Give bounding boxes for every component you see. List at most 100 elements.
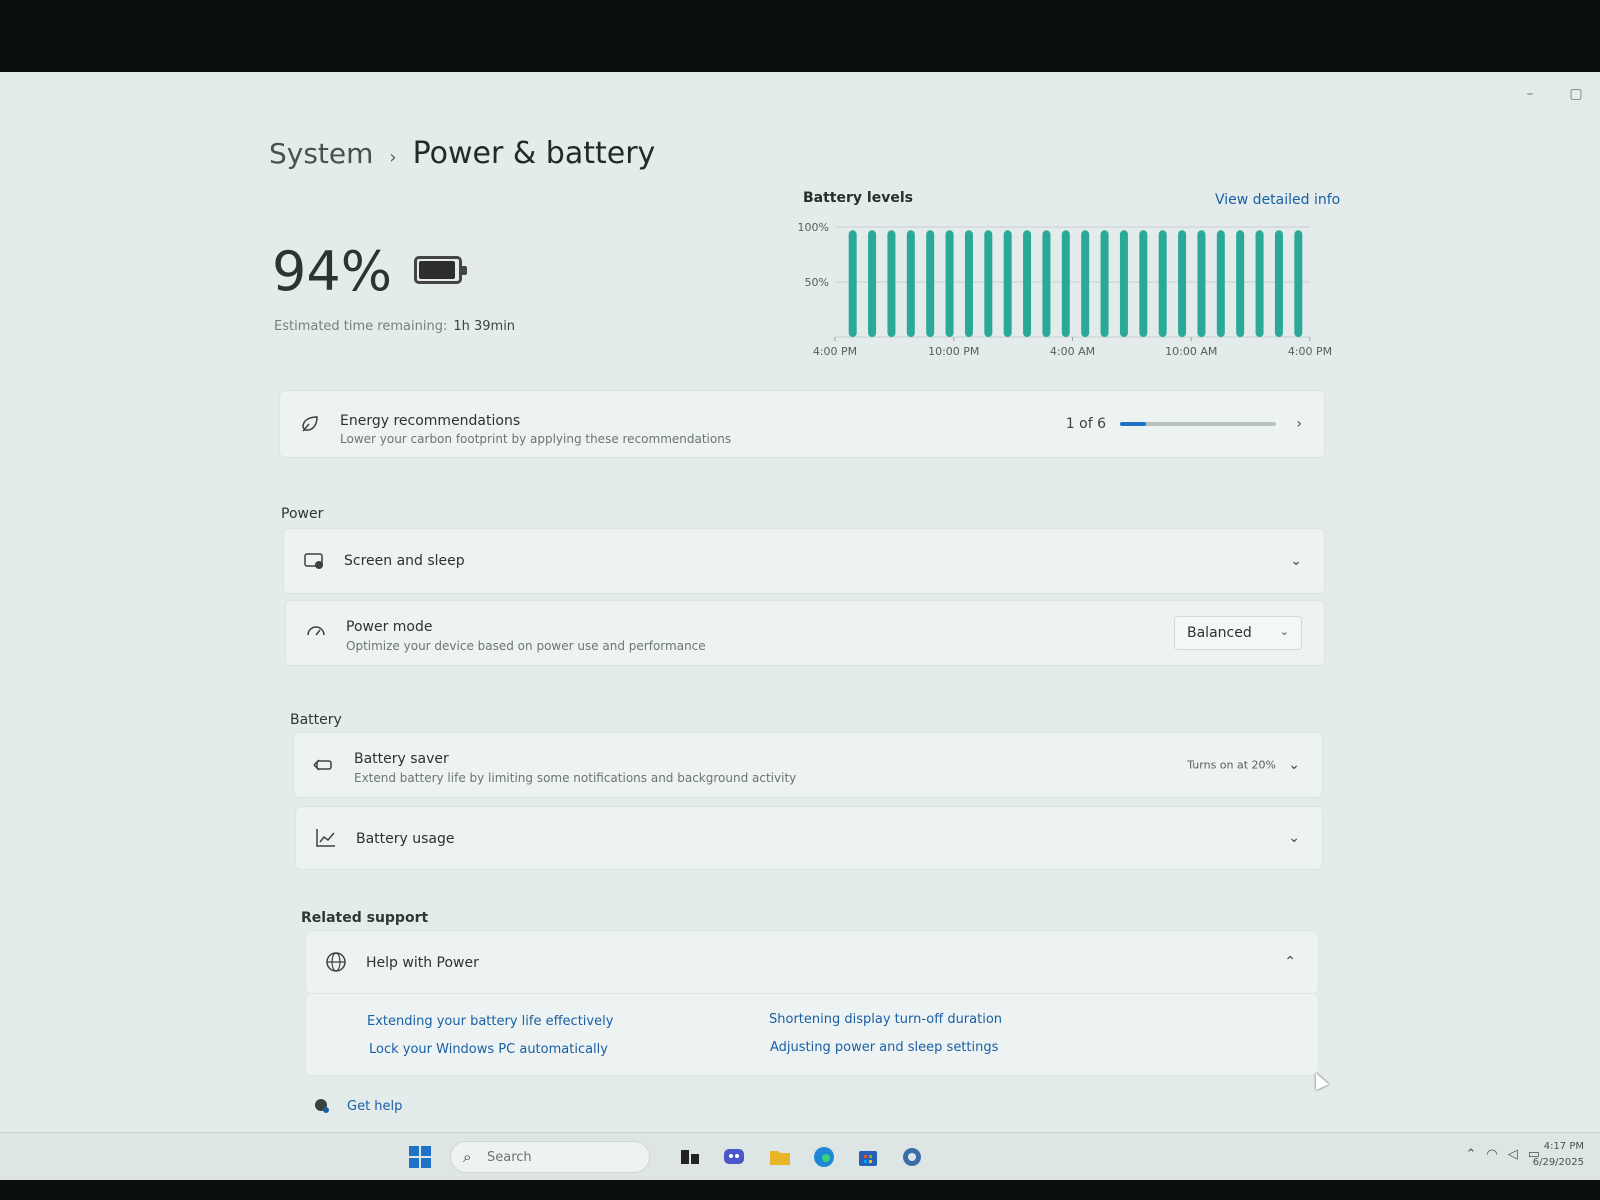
wifi-icon[interactable]: ◠ (1486, 1147, 1497, 1162)
chart-bar (1061, 230, 1070, 337)
clock[interactable]: 4:17 PM 6/29/2025 (1533, 1139, 1584, 1171)
chart-bar (1042, 230, 1051, 337)
chart-bar (1100, 230, 1109, 337)
related-support-heading: Related support (301, 910, 429, 926)
chart-bar (984, 230, 993, 337)
chart-bar (868, 230, 877, 337)
store-icon[interactable] (856, 1145, 880, 1169)
battery-saver-icon (312, 753, 336, 777)
battery-section-heading: Battery (290, 712, 342, 728)
chart-bar (1139, 230, 1148, 337)
screen-sleep-icon (302, 549, 326, 573)
page-title: Power & battery (412, 136, 656, 171)
chevron-up-icon[interactable]: ⌃ (1465, 1147, 1476, 1162)
volume-icon[interactable]: ◁ (1508, 1147, 1518, 1162)
energy-recommendations-card[interactable]: Energy recommendations Lower your carbon… (279, 390, 1325, 458)
chart-bar (926, 230, 935, 337)
battery-levels-chart: 100% 50% 4:00 PM 10:00 PM 4:00 AM 10:00 AM 4:0… (798, 221, 1333, 358)
chart-bar (848, 230, 857, 337)
chart-bar (1197, 230, 1206, 337)
chart-bar (1294, 230, 1303, 337)
help-link-display-turnoff[interactable]: Shortening display turn-off duration (769, 1012, 1002, 1027)
get-help-link[interactable]: Get help (347, 1099, 402, 1114)
battery-saver-status: Turns on at 20% (1187, 758, 1276, 772)
help-link-battery-life[interactable]: Extending your battery life effectively (367, 1014, 613, 1029)
energy-subtitle: Lower your carbon footprint by applying … (340, 432, 732, 446)
chart-x-tick-label: 4:00 PM (1288, 345, 1332, 358)
chart-bar (1081, 230, 1090, 337)
chart-bar (1274, 230, 1283, 337)
battery-icon (414, 256, 467, 284)
chart-bar (1003, 230, 1012, 337)
power-mode-title: Power mode (346, 619, 433, 635)
battery-level-fill (419, 261, 455, 279)
screen-sleep-title: Screen and sleep (344, 553, 465, 569)
energy-progress: 1 of 6 (1066, 416, 1276, 432)
estimated-time-label: Estimated time remaining: (274, 319, 448, 334)
chart-bar (1158, 230, 1167, 337)
battery-saver-title: Battery saver (354, 751, 449, 767)
globe-icon (324, 950, 348, 974)
file-explorer-icon[interactable] (768, 1145, 792, 1169)
help-with-power-title: Help with Power (366, 955, 479, 971)
estimated-time: Estimated time remaining: 1h 39min (274, 319, 515, 334)
screen-and-sleep-card[interactable]: Screen and sleep ⌄ (283, 528, 1325, 594)
chart-x-tick-label: 10:00 AM (1165, 345, 1217, 358)
settings-gear-icon[interactable] (900, 1145, 924, 1169)
chart-bar (1236, 230, 1245, 337)
power-mode-value: Balanced (1187, 625, 1252, 641)
chevron-right-icon: › (1296, 416, 1302, 432)
estimated-time-value: 1h 39min (453, 319, 516, 334)
battery-usage-title: Battery usage (356, 831, 455, 847)
battery-saver-card[interactable]: Battery saver Extend battery life by lim… (293, 732, 1323, 798)
window-controls: – ▢ (1520, 86, 1586, 102)
system-tray: ⌃ ◠ ◁ ▭ (1465, 1147, 1540, 1162)
search-placeholder: Search (487, 1150, 532, 1165)
breadcrumb-separator-icon: › (389, 147, 397, 168)
help-link-power-sleep[interactable]: Adjusting power and sleep settings (770, 1040, 998, 1055)
battery-saver-subtitle: Extend battery life by limiting some not… (354, 771, 797, 785)
breadcrumb: System › Power & battery (269, 136, 655, 171)
chart-bar (1255, 230, 1264, 337)
energy-title: Energy recommendations (340, 413, 521, 429)
task-view-icon[interactable] (678, 1145, 702, 1169)
leaf-icon (298, 412, 322, 436)
power-section-heading: Power (281, 506, 324, 522)
search-icon: ⌕ (463, 1148, 472, 1166)
chart-bar (1023, 230, 1032, 337)
chart-bar (1178, 230, 1187, 337)
chart-bar (964, 230, 973, 337)
chart-y-tick-label: 100% (798, 221, 829, 234)
chart-bar (1119, 230, 1128, 337)
view-detailed-info-link[interactable]: View detailed info (1215, 192, 1340, 208)
help-with-power-card[interactable]: Help with Power ⌃ (305, 930, 1319, 994)
get-help-icon (314, 1098, 330, 1114)
chart-y-tick-label: 50% (805, 276, 829, 289)
line-chart-icon (314, 826, 338, 850)
start-button[interactable] (408, 1145, 432, 1169)
power-mode-select[interactable]: Balanced ⌄ (1174, 616, 1302, 650)
chevron-up-icon[interactable]: ⌃ (1284, 954, 1296, 970)
minimize-button[interactable]: – (1520, 86, 1540, 102)
chevron-down-icon[interactable]: ⌄ (1288, 830, 1300, 846)
energy-progress-track (1120, 422, 1276, 426)
maximize-button[interactable]: ▢ (1566, 86, 1586, 102)
chart-x-tick-label: 4:00 AM (1050, 345, 1095, 358)
settings-window: – ▢ System › Power & battery 94% Estimat… (0, 72, 1600, 1180)
edge-icon[interactable] (812, 1145, 836, 1169)
taskbar: ⌕ Search ⌃ ◠ ◁ ▭ 4:17 PM 6/29/2025 (0, 1132, 1600, 1180)
help-links-panel (305, 994, 1319, 1076)
chevron-down-icon[interactable]: ⌄ (1290, 553, 1302, 569)
taskbar-search[interactable]: ⌕ Search (450, 1141, 650, 1173)
energy-progress-label: 1 of 6 (1065, 416, 1106, 432)
chevron-down-icon[interactable]: ⌄ (1288, 757, 1300, 773)
chart-x-tick-label: 10:00 PM (928, 345, 979, 358)
clock-time: 4:17 PM (1543, 1141, 1584, 1152)
chat-icon[interactable] (722, 1145, 746, 1169)
help-link-lock-pc[interactable]: Lock your Windows PC automatically (369, 1042, 608, 1057)
chart-bar (945, 230, 954, 337)
battery-usage-card[interactable]: Battery usage ⌄ (295, 806, 1323, 870)
power-mode-icon (304, 621, 328, 645)
breadcrumb-system[interactable]: System (269, 137, 373, 170)
chart-bar (906, 230, 915, 337)
